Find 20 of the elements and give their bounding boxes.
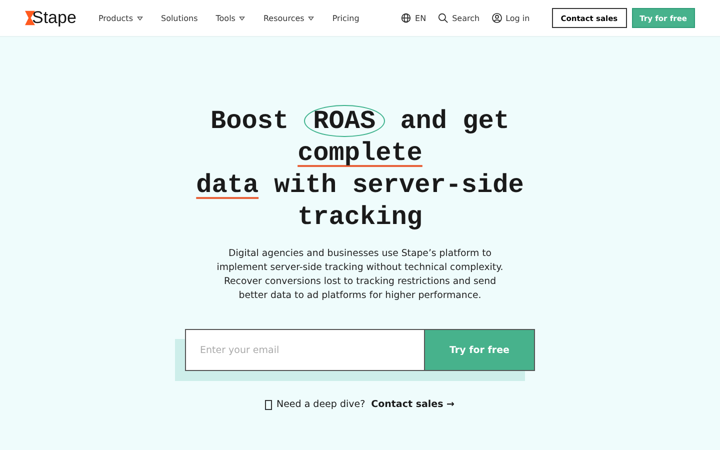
search-icon	[438, 13, 448, 23]
caret-icon	[136, 16, 143, 20]
caret-icon	[308, 16, 314, 20]
missing-glyph-icon	[265, 400, 272, 410]
nav-link[interactable]: Resources	[263, 14, 314, 22]
nav-link[interactable]: Solutions	[160, 14, 198, 22]
login-link[interactable]: Log in	[492, 13, 530, 23]
user-icon	[492, 13, 502, 23]
stape-logo[interactable]: Stape	[25, 8, 76, 28]
caret-icon	[239, 16, 246, 20]
nav-link[interactable]: Pricing	[332, 14, 360, 22]
search-link[interactable]: Search	[438, 13, 480, 23]
deep-dive-text: Need a deep dive?	[276, 399, 366, 410]
globe-icon	[401, 13, 412, 23]
nav-link[interactable]: Tools	[216, 14, 246, 22]
hero-description: Digital agencies and businesses use Stape’s platform to implement server-side tracking without technical complexity. Recover conversions lost to tracking restrictions and send better data to ad platforms for higher performance.	[216, 247, 504, 303]
contact-sales-link[interactable]: Contact sales →	[371, 399, 455, 410]
hero-heading: Boost ROAS and get complete data with server-side tracking	[196, 105, 524, 233]
nav-link[interactable]: Products	[98, 14, 143, 22]
language-link[interactable]: EN	[401, 13, 426, 23]
